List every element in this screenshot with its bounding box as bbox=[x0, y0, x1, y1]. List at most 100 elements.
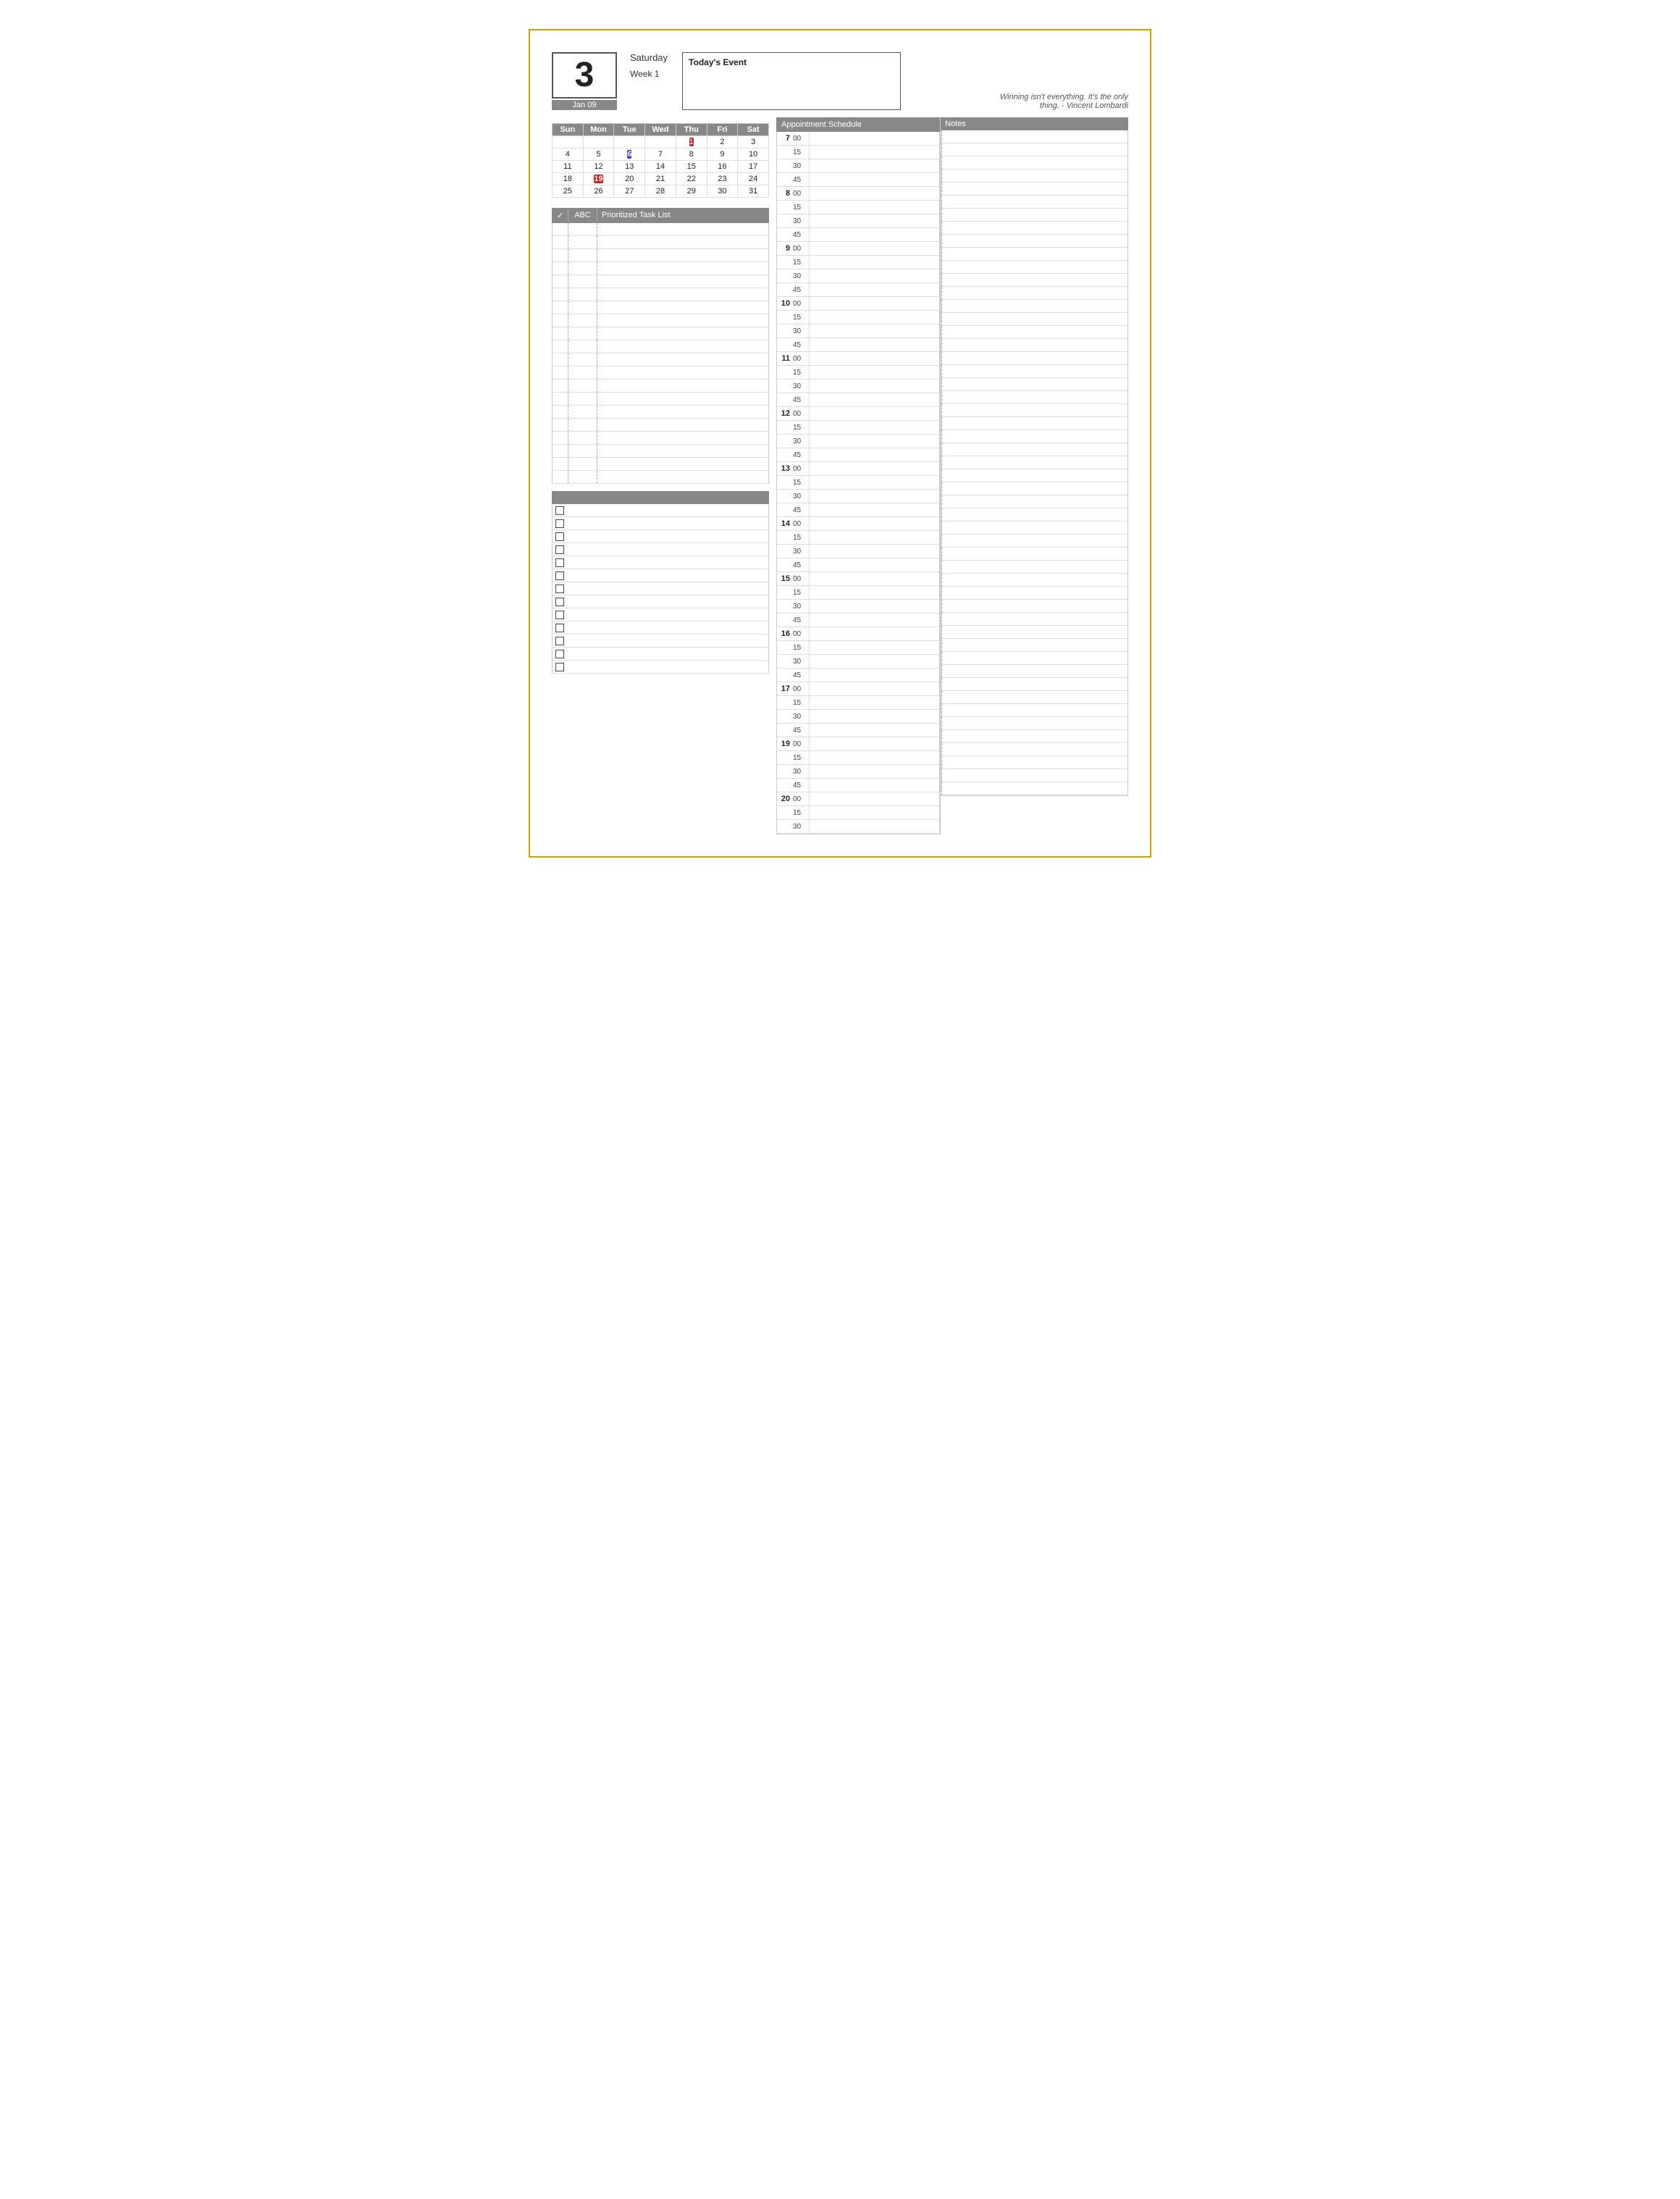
appt-line[interactable] bbox=[809, 256, 939, 269]
appt-line[interactable] bbox=[809, 283, 939, 296]
notes-line[interactable] bbox=[941, 782, 1127, 795]
appt-line[interactable] bbox=[809, 214, 939, 227]
task-text-cell[interactable] bbox=[597, 366, 768, 379]
task-row[interactable] bbox=[552, 471, 769, 484]
notes-line[interactable] bbox=[941, 495, 1127, 508]
appt-line[interactable] bbox=[809, 765, 939, 778]
notes-line[interactable] bbox=[941, 665, 1127, 678]
notes-line[interactable] bbox=[941, 626, 1127, 639]
task-row[interactable] bbox=[552, 236, 769, 249]
notes-line[interactable] bbox=[941, 235, 1127, 248]
appt-line[interactable] bbox=[809, 462, 939, 475]
checkbox-item[interactable] bbox=[555, 532, 564, 541]
notes-line[interactable] bbox=[941, 209, 1127, 222]
task-row[interactable] bbox=[552, 406, 769, 419]
appt-line[interactable] bbox=[809, 173, 939, 186]
appt-line[interactable] bbox=[809, 159, 939, 172]
task-text-cell[interactable] bbox=[597, 340, 768, 353]
notes-line[interactable] bbox=[941, 639, 1127, 652]
appt-line[interactable] bbox=[809, 517, 939, 530]
appt-line[interactable] bbox=[809, 393, 939, 406]
todays-event-box[interactable]: Today's Event bbox=[682, 52, 901, 110]
task-text-cell[interactable] bbox=[597, 419, 768, 431]
notes-line[interactable] bbox=[941, 404, 1127, 417]
notes-line[interactable] bbox=[941, 730, 1127, 743]
appt-line[interactable] bbox=[809, 806, 939, 819]
task-text-cell[interactable] bbox=[597, 432, 768, 444]
notes-line[interactable] bbox=[941, 769, 1127, 782]
notes-line[interactable] bbox=[941, 443, 1127, 456]
checkbox-row[interactable] bbox=[552, 595, 769, 608]
notes-line[interactable] bbox=[941, 169, 1127, 183]
task-text-cell[interactable] bbox=[597, 471, 768, 483]
checkbox-row[interactable] bbox=[552, 582, 769, 595]
notes-line[interactable] bbox=[941, 143, 1127, 156]
notes-line[interactable] bbox=[941, 183, 1127, 196]
appt-line[interactable] bbox=[809, 201, 939, 214]
notes-line[interactable] bbox=[941, 704, 1127, 717]
appt-line[interactable] bbox=[809, 352, 939, 365]
appt-line[interactable] bbox=[809, 669, 939, 682]
checkbox-item[interactable] bbox=[555, 571, 564, 580]
checkbox-item[interactable] bbox=[555, 637, 564, 645]
checkbox-row[interactable] bbox=[552, 543, 769, 556]
notes-line[interactable] bbox=[941, 613, 1127, 626]
appt-line[interactable] bbox=[809, 751, 939, 764]
appt-line[interactable] bbox=[809, 338, 939, 351]
appt-line[interactable] bbox=[809, 448, 939, 461]
appt-line[interactable] bbox=[809, 228, 939, 241]
checkbox-item[interactable] bbox=[555, 650, 564, 658]
appt-line[interactable] bbox=[809, 490, 939, 503]
appt-line[interactable] bbox=[809, 242, 939, 255]
task-row[interactable] bbox=[552, 393, 769, 406]
notes-line[interactable] bbox=[941, 365, 1127, 378]
task-row[interactable] bbox=[552, 223, 769, 236]
appt-line[interactable] bbox=[809, 696, 939, 709]
task-text-cell[interactable] bbox=[597, 406, 768, 418]
checkbox-item[interactable] bbox=[555, 663, 564, 671]
appt-line[interactable] bbox=[809, 682, 939, 695]
appt-line[interactable] bbox=[809, 600, 939, 613]
appt-line[interactable] bbox=[809, 435, 939, 448]
task-row[interactable] bbox=[552, 340, 769, 353]
notes-line[interactable] bbox=[941, 261, 1127, 274]
appt-line[interactable] bbox=[809, 187, 939, 200]
appt-line[interactable] bbox=[809, 792, 939, 805]
notes-line[interactable] bbox=[941, 691, 1127, 704]
checkbox-row[interactable] bbox=[552, 608, 769, 621]
notes-line[interactable] bbox=[941, 378, 1127, 391]
notes-line[interactable] bbox=[941, 508, 1127, 522]
task-row[interactable] bbox=[552, 419, 769, 432]
notes-line[interactable] bbox=[941, 587, 1127, 600]
task-text-cell[interactable] bbox=[597, 236, 768, 248]
notes-line[interactable] bbox=[941, 196, 1127, 209]
appt-line[interactable] bbox=[809, 710, 939, 723]
notes-line[interactable] bbox=[941, 717, 1127, 730]
notes-line[interactable] bbox=[941, 248, 1127, 261]
appt-line[interactable] bbox=[809, 324, 939, 338]
task-row[interactable] bbox=[552, 288, 769, 301]
notes-line[interactable] bbox=[941, 522, 1127, 535]
notes-line[interactable] bbox=[941, 561, 1127, 574]
task-row[interactable] bbox=[552, 353, 769, 366]
checkbox-item[interactable] bbox=[555, 558, 564, 567]
appt-line[interactable] bbox=[809, 724, 939, 737]
notes-line[interactable] bbox=[941, 156, 1127, 169]
notes-line[interactable] bbox=[941, 469, 1127, 482]
appt-line[interactable] bbox=[809, 586, 939, 599]
checkbox-item[interactable] bbox=[555, 545, 564, 554]
task-text-cell[interactable] bbox=[597, 380, 768, 392]
checkbox-row[interactable] bbox=[552, 621, 769, 634]
appt-line[interactable] bbox=[809, 641, 939, 654]
appt-line[interactable] bbox=[809, 655, 939, 668]
checkbox-row[interactable] bbox=[552, 517, 769, 530]
notes-line[interactable] bbox=[941, 391, 1127, 404]
notes-line[interactable] bbox=[941, 482, 1127, 495]
checkbox-row[interactable] bbox=[552, 530, 769, 543]
notes-line[interactable] bbox=[941, 456, 1127, 469]
appt-line[interactable] bbox=[809, 366, 939, 379]
task-row[interactable] bbox=[552, 262, 769, 275]
appt-line[interactable] bbox=[809, 779, 939, 792]
checkbox-row[interactable] bbox=[552, 556, 769, 569]
task-text-cell[interactable] bbox=[597, 223, 768, 235]
